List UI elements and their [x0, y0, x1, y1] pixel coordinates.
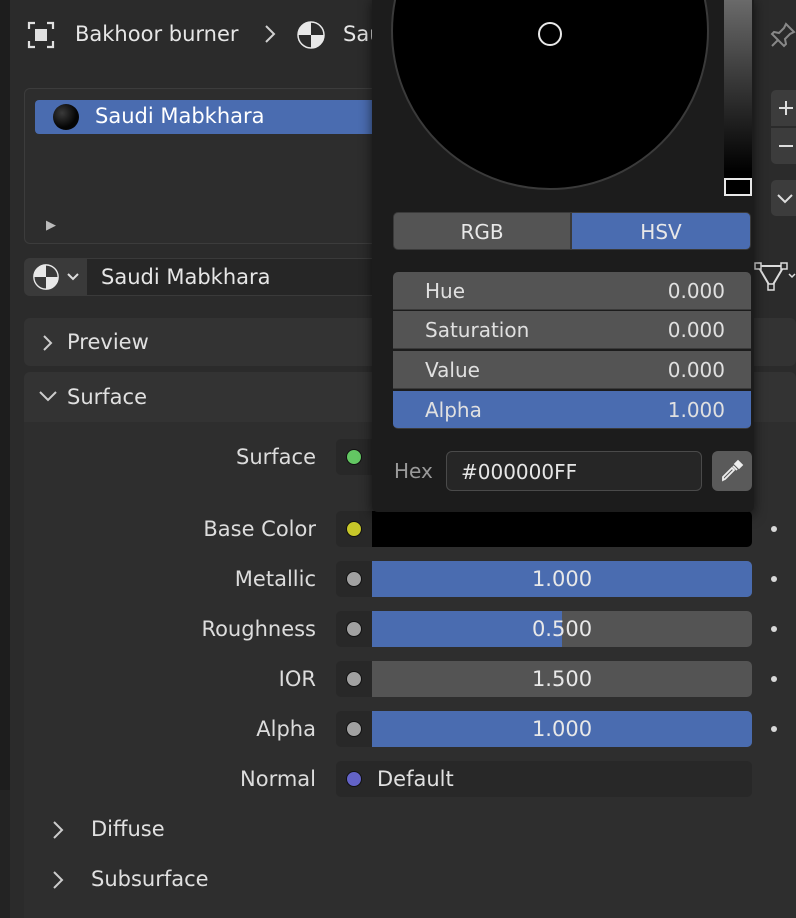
keyframe-dot-icon[interactable] — [771, 526, 777, 532]
keyframe-dot-icon[interactable] — [771, 726, 777, 732]
socket-dot-icon — [346, 771, 362, 787]
editor-border — [0, 790, 10, 918]
ior-slider[interactable]: 1.500 — [372, 661, 752, 697]
diffuse-subpanel-title: Diffuse — [91, 817, 165, 841]
slider-value: 1.000 — [531, 567, 593, 591]
value-field[interactable]: Value 0.000 — [393, 351, 751, 389]
expand-triangle-icon[interactable]: ▶ — [46, 218, 56, 233]
wheel-cursor[interactable] — [538, 22, 562, 46]
tab-hsv[interactable]: HSV — [571, 212, 751, 250]
hex-input[interactable]: #000000FF — [446, 451, 702, 491]
alpha-slider[interactable]: 1.000 — [372, 711, 752, 747]
field-label: Hue — [425, 279, 466, 303]
slot-specials-menu[interactable] — [771, 180, 796, 216]
editor-border — [0, 0, 10, 918]
keyframe-dot-icon[interactable] — [771, 626, 777, 632]
prop-label-roughness: Roughness — [201, 617, 316, 641]
hue-field[interactable]: Hue 0.000 — [393, 272, 751, 310]
tab-rgb[interactable]: RGB — [393, 212, 571, 250]
slider-value: 1.000 — [531, 717, 593, 741]
surface-panel-title: Surface — [67, 385, 148, 409]
socket-dot-icon — [346, 449, 362, 465]
material-name-text: Saudi Mabkhara — [101, 265, 271, 289]
field-label: Saturation — [425, 318, 530, 342]
slider-value: 1.500 — [531, 667, 593, 691]
field-label: Value — [425, 358, 480, 382]
pin-icon[interactable] — [770, 20, 796, 50]
diffuse-subpanel-header[interactable]: Diffuse — [24, 808, 796, 852]
hex-value: #000000FF — [461, 460, 578, 484]
socket-dot-icon — [346, 521, 362, 537]
prop-label-surface: Surface — [235, 445, 316, 469]
normal-value: Default — [377, 767, 454, 791]
socket-alpha[interactable] — [336, 711, 372, 747]
subsurface-subpanel-title: Subsurface — [91, 867, 209, 891]
metallic-slider[interactable]: 1.000 — [372, 561, 752, 597]
socket-ior[interactable] — [336, 661, 372, 697]
field-value: 0.000 — [667, 318, 725, 342]
socket-dot-icon — [346, 621, 362, 637]
keyframe-dot-icon[interactable] — [771, 676, 777, 682]
socket-dot-icon — [346, 721, 362, 737]
prop-label-metallic: Metallic — [234, 567, 316, 591]
eyedropper-icon — [722, 459, 744, 482]
base-color-swatch[interactable] — [372, 511, 752, 547]
prop-label-normal: Normal — [240, 767, 316, 791]
alpha-field[interactable]: Alpha 1.000 — [393, 391, 751, 429]
slot-label: Saudi Mabkhara — [95, 104, 265, 128]
socket-dot-icon — [346, 571, 362, 587]
prop-label-alpha: Alpha — [256, 717, 316, 741]
slider-value: 0.500 — [531, 617, 593, 641]
add-slot-button[interactable] — [771, 90, 796, 126]
socket-surface[interactable] — [336, 439, 372, 475]
material-icon — [296, 20, 326, 50]
breadcrumb-object[interactable]: Bakhoor burner — [75, 22, 239, 46]
browse-material-button[interactable] — [24, 258, 86, 296]
saturation-field[interactable]: Saturation 0.000 — [393, 311, 751, 349]
eyedropper-button[interactable] — [712, 451, 752, 491]
normal-field[interactable]: Default — [336, 761, 752, 797]
keyframe-dot-icon[interactable] — [771, 576, 777, 582]
roughness-slider[interactable]: 0.500 — [372, 611, 752, 647]
remove-slot-button[interactable] — [771, 128, 796, 164]
socket-base-color[interactable] — [336, 511, 372, 547]
object-icon — [26, 20, 56, 50]
field-value: 0.000 — [667, 279, 725, 303]
field-value: 0.000 — [667, 358, 725, 382]
socket-metallic[interactable] — [336, 561, 372, 597]
field-value: 1.000 — [667, 398, 725, 422]
value-slider-handle[interactable] — [724, 178, 752, 196]
list-item[interactable]: Saudi Mabkhara — [35, 100, 380, 134]
socket-dot-icon — [346, 671, 362, 687]
socket-roughness[interactable] — [336, 611, 372, 647]
value-slider[interactable] — [724, 0, 752, 196]
chevron-right-icon — [262, 22, 278, 51]
material-preview-icon — [53, 104, 79, 130]
field-label: Alpha — [425, 398, 482, 422]
hex-label: Hex — [394, 459, 433, 483]
prop-label-ior: IOR — [278, 667, 316, 691]
prop-label-base-color: Base Color — [203, 517, 316, 541]
material-name-field[interactable]: Saudi Mabkhara — [86, 258, 386, 296]
preview-panel-title: Preview — [67, 330, 149, 354]
subsurface-subpanel-header[interactable]: Subsurface — [24, 858, 796, 902]
color-wheel-area[interactable] — [372, 0, 754, 196]
node-link-icon[interactable] — [754, 262, 796, 292]
